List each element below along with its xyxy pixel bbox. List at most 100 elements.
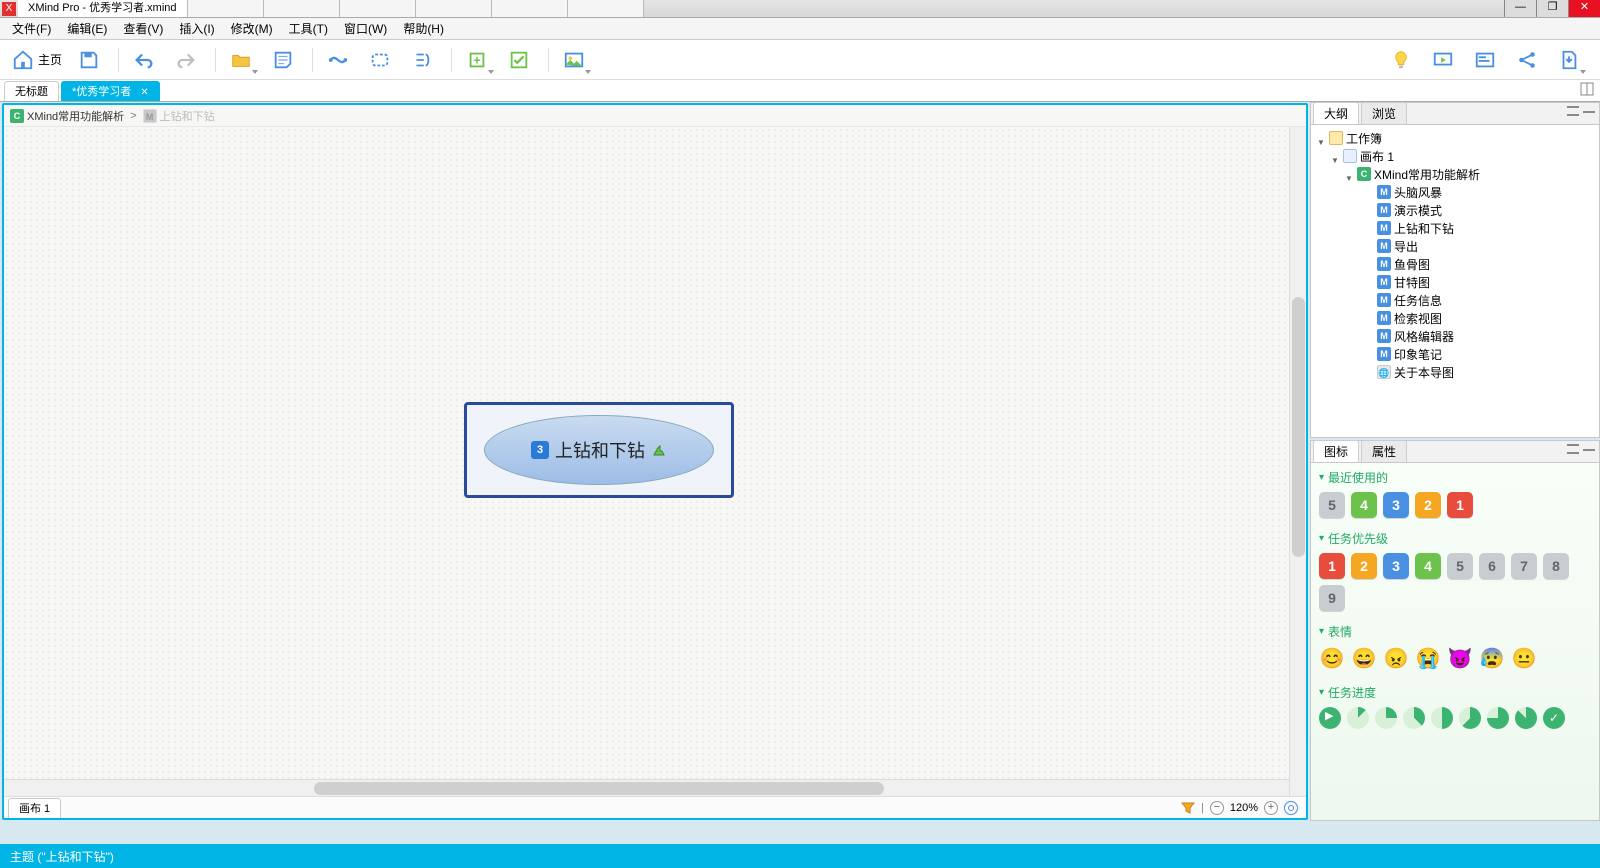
marker-emoji[interactable]: 😠 xyxy=(1383,646,1409,672)
menu-help[interactable]: 帮助(H) xyxy=(395,18,452,39)
marker-emoji[interactable]: 😄 xyxy=(1351,646,1377,672)
task-button[interactable] xyxy=(500,44,538,76)
marker-priority[interactable]: 3 xyxy=(1383,553,1409,579)
close-button[interactable]: ✕ xyxy=(1568,0,1600,17)
tree-item[interactable]: M鱼骨图 xyxy=(1313,255,1597,273)
doc-tab-untitled[interactable]: 无标题 xyxy=(4,81,59,101)
tab-icons[interactable]: 图标 xyxy=(1313,440,1359,462)
canvas[interactable]: 3 上钻和下钻 画布 1 | − 120% + xyxy=(4,127,1306,818)
title-tab-app[interactable]: XMind Pro - 优秀学习者.xmind xyxy=(18,0,188,17)
marker-emoji[interactable]: 😊 xyxy=(1319,646,1345,672)
marker-priority[interactable]: 8 xyxy=(1543,553,1569,579)
menu-file[interactable]: 文件(F) xyxy=(4,18,59,39)
title-tab-other1[interactable] xyxy=(188,0,264,17)
open-button[interactable] xyxy=(222,44,260,76)
marker-recent[interactable]: 4 xyxy=(1351,492,1377,518)
maximize-button[interactable]: ❐ xyxy=(1536,0,1568,17)
tree-item[interactable]: M甘特图 xyxy=(1313,273,1597,291)
tree-item[interactable]: M任务信息 xyxy=(1313,291,1597,309)
drill-up-icon[interactable] xyxy=(651,442,667,458)
group-priority-header[interactable]: 任务优先级 xyxy=(1319,530,1591,547)
marker-recent[interactable]: 1 xyxy=(1447,492,1473,518)
tree-central[interactable]: CXMind常用功能解析 xyxy=(1313,165,1597,183)
marker-emoji[interactable]: 😐 xyxy=(1511,646,1537,672)
tree-item[interactable]: 🌐关于本导图 xyxy=(1313,363,1597,381)
group-recent-header[interactable]: 最近使用的 xyxy=(1319,469,1591,486)
marker-progress[interactable] xyxy=(1515,707,1537,729)
panel-minimize-icon[interactable] xyxy=(1583,111,1595,116)
tree-sheet[interactable]: 画布 1 xyxy=(1313,147,1597,165)
doc-tab-close-icon[interactable]: ✕ xyxy=(140,87,148,98)
image-button[interactable] xyxy=(555,44,593,76)
central-topic[interactable]: 3 上钻和下钻 xyxy=(464,402,734,498)
menu-insert[interactable]: 插入(I) xyxy=(171,18,222,39)
filter-icon[interactable] xyxy=(1181,801,1195,815)
tree-item[interactable]: M导出 xyxy=(1313,237,1597,255)
marker-recent[interactable]: 2 xyxy=(1415,492,1441,518)
breadcrumb-leaf[interactable]: M上钻和下钻 xyxy=(143,108,215,124)
export-button[interactable] xyxy=(1550,44,1588,76)
marker-progress[interactable] xyxy=(1459,707,1481,729)
marker-priority[interactable]: 5 xyxy=(1447,553,1473,579)
marker-recent[interactable]: 5 xyxy=(1319,492,1345,518)
menu-tools[interactable]: 工具(T) xyxy=(281,18,336,39)
marker-emoji[interactable]: 😭 xyxy=(1415,646,1441,672)
gantt-button[interactable] xyxy=(1466,44,1504,76)
marker-priority[interactable]: 6 xyxy=(1479,553,1505,579)
home-button[interactable]: 主页 xyxy=(8,44,66,76)
redo-button[interactable] xyxy=(167,44,205,76)
tab-outline[interactable]: 大纲 xyxy=(1313,102,1359,124)
panel-minimize-icon[interactable] xyxy=(1583,449,1595,454)
tab-browse[interactable]: 浏览 xyxy=(1361,102,1407,124)
marker-progress[interactable] xyxy=(1487,707,1509,729)
title-tab-other2[interactable] xyxy=(264,0,340,17)
boundary-button[interactable] xyxy=(361,44,399,76)
marker-progress[interactable] xyxy=(1375,707,1397,729)
scrollbar-horizontal[interactable] xyxy=(4,779,1289,796)
marker-progress[interactable]: ✓ xyxy=(1543,707,1565,729)
panel-menu-icon[interactable] xyxy=(1567,106,1579,116)
marker-emoji[interactable]: 😈 xyxy=(1447,646,1473,672)
split-icon[interactable] xyxy=(1580,82,1594,96)
title-tab-other3[interactable] xyxy=(340,0,416,17)
marker-emoji[interactable]: 😰 xyxy=(1479,646,1505,672)
undo-button[interactable] xyxy=(125,44,163,76)
minimize-button[interactable]: — xyxy=(1504,0,1536,17)
menu-edit[interactable]: 编辑(E) xyxy=(59,18,115,39)
marker-progress[interactable] xyxy=(1403,707,1425,729)
fit-button[interactable] xyxy=(1284,801,1298,815)
marker-button[interactable]: + xyxy=(458,44,496,76)
menu-view[interactable]: 查看(V) xyxy=(115,18,171,39)
relationship-button[interactable] xyxy=(319,44,357,76)
marker-recent[interactable]: 3 xyxy=(1383,492,1409,518)
marker-progress[interactable] xyxy=(1319,707,1341,729)
zoom-in-button[interactable]: + xyxy=(1264,801,1278,815)
tree-item[interactable]: M风格编辑器 xyxy=(1313,327,1597,345)
marker-priority[interactable]: 9 xyxy=(1319,585,1345,611)
menu-modify[interactable]: 修改(M) xyxy=(223,18,281,39)
marker-priority[interactable]: 7 xyxy=(1511,553,1537,579)
title-tab-other4[interactable] xyxy=(416,0,492,17)
group-progress-header[interactable]: 任务进度 xyxy=(1319,684,1591,701)
tree-item[interactable]: M印象笔记 xyxy=(1313,345,1597,363)
idea-button[interactable] xyxy=(1382,44,1420,76)
tree-item[interactable]: M检索视图 xyxy=(1313,309,1597,327)
doc-tab-active[interactable]: *优秀学习者 ✕ xyxy=(61,81,160,101)
tree-item[interactable]: M演示模式 xyxy=(1313,201,1597,219)
summary-button[interactable] xyxy=(403,44,441,76)
tab-properties[interactable]: 属性 xyxy=(1361,440,1407,462)
title-tab-other6[interactable] xyxy=(568,0,644,17)
tree-workbook[interactable]: 工作簿 xyxy=(1313,129,1597,147)
group-emotion-header[interactable]: 表情 xyxy=(1319,623,1591,640)
title-tab-other5[interactable] xyxy=(492,0,568,17)
panel-menu-icon[interactable] xyxy=(1567,444,1579,454)
marker-priority[interactable]: 1 xyxy=(1319,553,1345,579)
share-button[interactable] xyxy=(1508,44,1546,76)
note-button[interactable] xyxy=(264,44,302,76)
scrollbar-vertical[interactable] xyxy=(1289,127,1306,818)
menu-window[interactable]: 窗口(W) xyxy=(336,18,395,39)
zoom-out-button[interactable]: − xyxy=(1210,801,1224,815)
breadcrumb-root[interactable]: CXMind常用功能解析 xyxy=(10,108,124,124)
sheet-tab[interactable]: 画布 1 xyxy=(8,798,61,818)
marker-priority[interactable]: 2 xyxy=(1351,553,1377,579)
